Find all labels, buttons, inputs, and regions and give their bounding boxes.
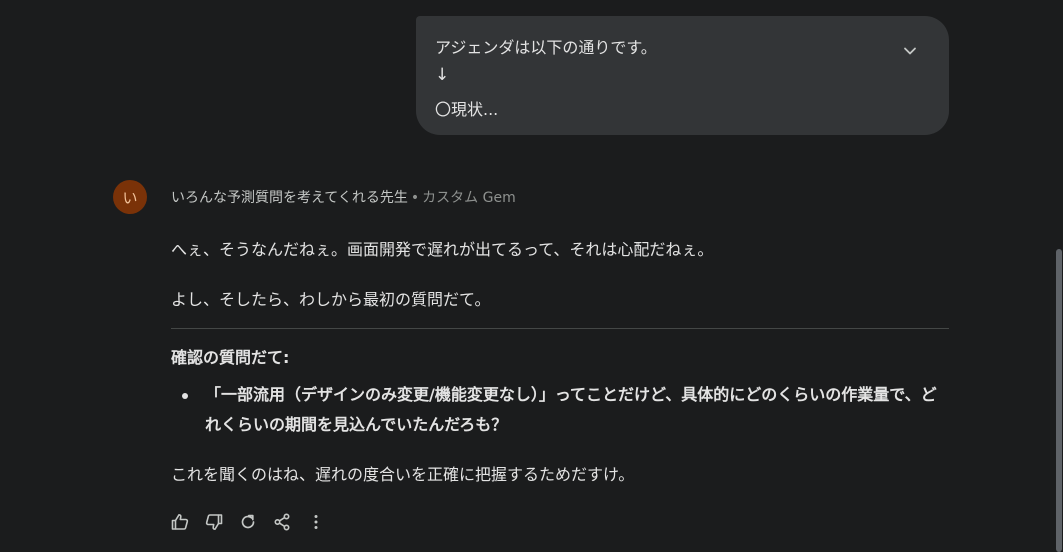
- expand-message-button[interactable]: [899, 40, 921, 62]
- regenerate-icon: [241, 514, 255, 529]
- scrollbar-thumb[interactable]: [1056, 249, 1062, 552]
- thumb-up-icon: [171, 514, 189, 530]
- gem-name[interactable]: いろんな予測質問を考えてくれる先生: [171, 190, 408, 206]
- thumb-up-button[interactable]: [169, 511, 191, 533]
- chat-page: アジェンダは以下の通りです。 ↓ 〇現状... い いろんな予測質問を考えてくれ…: [0, 0, 1063, 552]
- share-icon: [274, 513, 290, 531]
- scrollbar[interactable]: [1055, 0, 1063, 552]
- thumb-down-button[interactable]: [203, 511, 225, 533]
- response-paragraph: よし、そしたら、わしから最初の質問だて。: [171, 290, 491, 309]
- avatar-letter: い: [122, 188, 138, 207]
- gem-tag: カスタム Gem: [422, 190, 516, 206]
- gem-avatar: い: [113, 180, 147, 214]
- bullet-item: 「一部流用（デザインのみ変更/機能変更なし）」ってことだけど、具体的にどのくらい…: [205, 385, 937, 434]
- more-vert-icon: [314, 515, 318, 529]
- gem-separator: •: [410, 190, 420, 206]
- regenerate-button[interactable]: [237, 511, 259, 533]
- bullet-marker: [182, 393, 188, 399]
- user-message-bubble: アジェンダは以下の通りです。 ↓ 〇現状...: [416, 16, 949, 135]
- more-options-button[interactable]: [305, 511, 327, 533]
- response-action-bar: [169, 511, 339, 533]
- divider: [171, 328, 949, 329]
- user-message-line: アジェンダは以下の通りです。: [435, 38, 657, 57]
- response-paragraph: へぇ、そうなんだねぇ。画面開発で遅れが出てるって、それは心配だねぇ。: [171, 240, 714, 259]
- thumb-down-icon: [205, 514, 223, 530]
- gem-header: いろんな予測質問を考えてくれる先生 • カスタム Gem: [171, 187, 516, 207]
- user-message-line: ↓: [435, 65, 450, 85]
- section-heading: 確認の質問だて:: [171, 348, 290, 367]
- user-message-line: 〇現状...: [435, 100, 499, 119]
- share-button[interactable]: [271, 511, 293, 533]
- chevron-down-icon: [904, 47, 916, 55]
- response-paragraph: これを聞くのはね、遅れの度合いを正確に把握するためだすけ。: [171, 465, 635, 484]
